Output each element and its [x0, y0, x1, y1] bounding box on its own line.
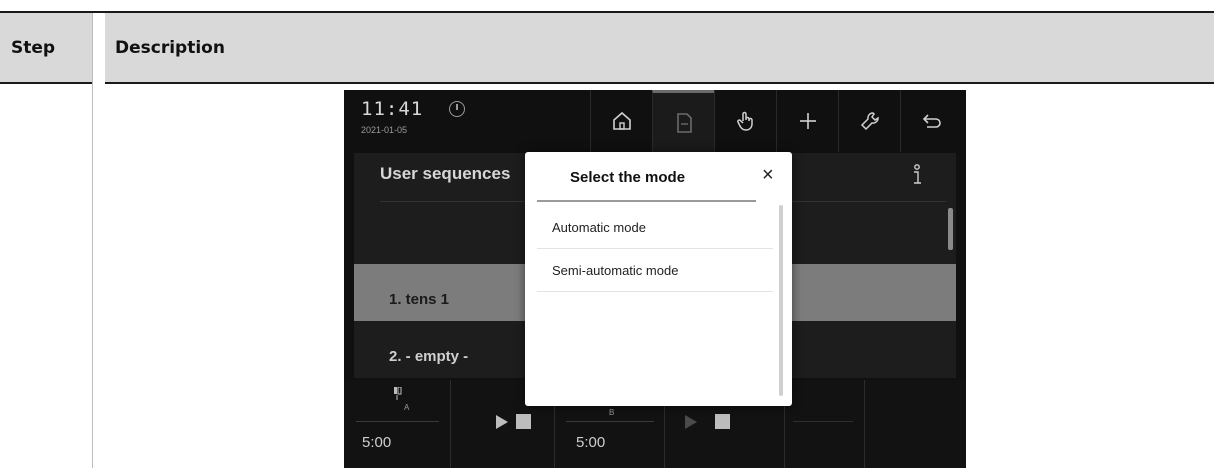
- table-header-step: Step: [0, 13, 92, 82]
- power-icon: [449, 101, 465, 117]
- home-button[interactable]: [590, 90, 652, 152]
- home-icon: [612, 111, 631, 130]
- back-icon: [922, 114, 941, 128]
- description-header-label: Description: [115, 37, 225, 58]
- top-navigation: [590, 90, 966, 152]
- list-item-label[interactable]: 2. - empty -: [389, 348, 468, 365]
- manual-button[interactable]: [714, 90, 776, 152]
- dialog-divider: [537, 200, 756, 202]
- dialog-title: Select the mode: [570, 169, 686, 186]
- step-header-label: Step: [11, 37, 56, 58]
- option-automatic-mode[interactable]: Automatic mode: [537, 206, 773, 249]
- document-icon: [676, 112, 692, 133]
- station-b-divider: [566, 421, 654, 422]
- play-icon[interactable]: [685, 415, 697, 429]
- documents-button[interactable]: [652, 90, 714, 152]
- station-a-divider: [356, 421, 439, 422]
- table-header-rule-step: [0, 82, 92, 84]
- back-button[interactable]: [900, 90, 962, 152]
- station-c-cell: [785, 380, 865, 468]
- list-scrollbar[interactable]: [948, 208, 953, 250]
- add-button[interactable]: [776, 90, 838, 152]
- select-mode-dialog: Select the mode × Automatic mode Semi-au…: [525, 152, 792, 406]
- settings-button[interactable]: [838, 90, 900, 152]
- info-icon[interactable]: [910, 163, 924, 187]
- plus-icon: [799, 113, 816, 129]
- option-semi-automatic-mode[interactable]: Semi-automatic mode: [537, 249, 773, 292]
- clock-date: 2021-01-05: [361, 125, 408, 135]
- table-header-description: Description: [105, 13, 1214, 82]
- stop-icon[interactable]: [516, 414, 531, 429]
- panel-title: User sequences: [380, 164, 511, 183]
- wrench-icon: [860, 112, 879, 131]
- station-a-time: 5:00: [362, 434, 392, 451]
- clock-time: 11:41: [361, 98, 424, 120]
- device-screenshot: 11:41 2021-01-05 User sequences 1. tens …: [344, 90, 966, 468]
- list-item-label[interactable]: 1. tens 1: [389, 291, 449, 308]
- station-b-time: 5:00: [576, 434, 606, 451]
- table-header-rule-description: [105, 82, 1214, 84]
- dialog-scrollbar[interactable]: [779, 205, 783, 396]
- station-c-divider: [793, 421, 853, 422]
- station-a-icon: [394, 387, 402, 400]
- hand-icon: [736, 111, 753, 131]
- station-a-label: A: [404, 403, 410, 412]
- close-icon[interactable]: ×: [762, 165, 774, 185]
- stop-icon[interactable]: [715, 414, 730, 429]
- table-column-separator: [92, 13, 93, 468]
- play-icon[interactable]: [496, 415, 508, 429]
- station-b-label: B: [609, 408, 615, 417]
